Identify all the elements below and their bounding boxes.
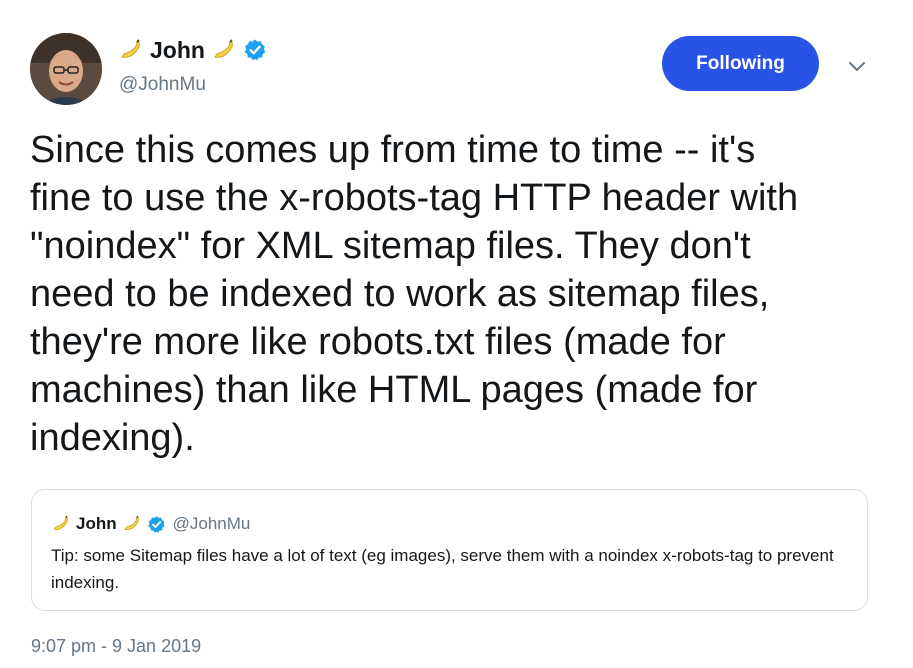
author-avatar[interactable] <box>30 33 102 105</box>
avatar-image <box>30 33 102 105</box>
verified-badge-icon <box>243 38 267 62</box>
quoted-tweet-text: Tip: some Sitemap files have a lot of te… <box>51 546 834 592</box>
author-display-name[interactable]: John <box>150 37 205 64</box>
quoted-author-handle: @JohnMu <box>172 514 251 533</box>
quoted-author-name: John <box>76 514 117 533</box>
following-button[interactable]: Following <box>662 36 819 91</box>
banana-icon <box>211 37 237 63</box>
author-name-row[interactable]: John <box>118 32 267 68</box>
tweet-text: Since this comes up from time to time --… <box>30 129 799 459</box>
chevron-down-icon[interactable] <box>846 58 868 74</box>
banana-icon <box>118 37 144 63</box>
author-handle[interactable]: @JohnMu <box>119 74 206 96</box>
banana-icon <box>122 514 142 534</box>
quoted-tweet-card[interactable]: John @JohnMu Tip: some Sitemap files hav… <box>31 489 868 611</box>
verified-badge-icon <box>147 515 166 534</box>
banana-icon <box>51 514 71 534</box>
quoted-tweet-header: John @JohnMu <box>51 512 250 536</box>
tweet-timestamp[interactable]: 9:07 pm - 9 Jan 2019 <box>31 636 201 657</box>
